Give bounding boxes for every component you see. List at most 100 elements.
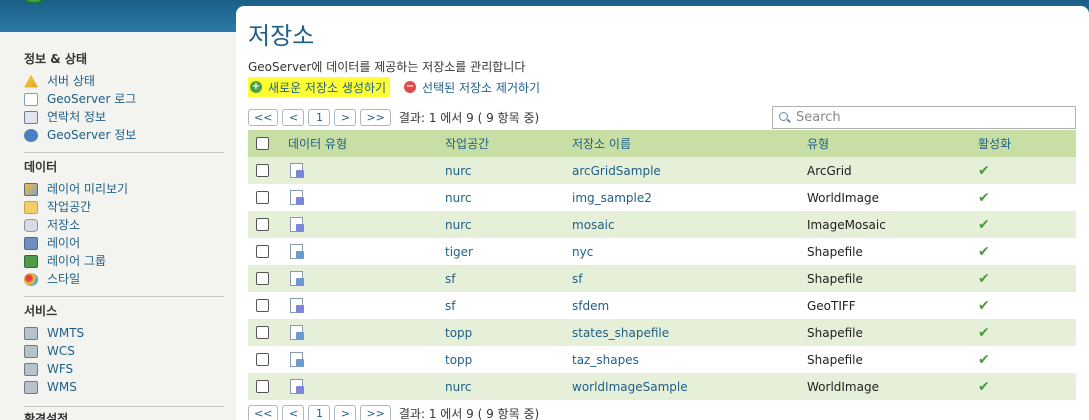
row-workspace-link[interactable]: topp <box>445 353 572 367</box>
row-checkbox[interactable] <box>256 299 269 312</box>
row-checkbox[interactable] <box>256 191 269 204</box>
sidebar-item-wcs[interactable]: WCS <box>24 342 224 360</box>
table-header-row: 데이터 유형 작업공간 저장소 이름 유형 활성화 <box>248 130 1076 157</box>
sidebar-item-wmts[interactable]: WMTS <box>24 324 224 342</box>
sidebar-item-layer-preview[interactable]: 레이어 미리보기 <box>24 180 224 198</box>
contact-card-icon <box>24 110 38 124</box>
sidebar-item-workspaces[interactable]: 작업공간 <box>24 198 224 216</box>
pager-prev-button[interactable]: < <box>282 404 305 420</box>
table-row: nurc arcGridSample ArcGrid ✔ <box>248 157 1076 184</box>
row-store-name-link[interactable]: sf <box>572 272 807 286</box>
layer-preview-icon <box>24 182 38 196</box>
pager-last-button[interactable]: >> <box>360 404 391 420</box>
row-checkbox[interactable] <box>256 380 269 393</box>
stores-table: 데이터 유형 작업공간 저장소 이름 유형 활성화 nurc arcGridSam… <box>248 130 1076 400</box>
header-data-type[interactable]: 데이터 유형 <box>288 135 445 152</box>
sidebar-item-wms[interactable]: WMS <box>24 378 224 396</box>
row-store-type: Shapefile <box>807 271 863 286</box>
sidebar-item-layer-groups[interactable]: 레이어 그룹 <box>24 252 224 270</box>
page-description: GeoServer에 데이터를 제공하는 저장소를 관리합니다 <box>248 60 526 74</box>
warning-icon <box>24 74 38 88</box>
sidebar: 정보 & 상태 서버 상태 GeoServer 로그 연락처 정보 GeoSer… <box>0 32 236 420</box>
row-data-type <box>288 325 445 340</box>
sidebar-item-contact-info[interactable]: 연락처 정보 <box>24 108 224 126</box>
row-checkbox[interactable] <box>256 164 269 177</box>
pager-top: << < 1 > >> 결과: 1 에서 9 ( 9 항목 중) <box>248 108 539 126</box>
row-workspace-link[interactable]: nurc <box>445 164 572 178</box>
row-store-name-link[interactable]: img_sample2 <box>572 191 807 205</box>
sidebar-item-stores[interactable]: 저장소 <box>24 216 224 234</box>
row-data-type <box>288 163 445 178</box>
geoserver-logo-icon[interactable] <box>22 0 46 4</box>
row-select[interactable] <box>248 218 288 231</box>
header-enabled[interactable]: 활성화 <box>978 135 1076 152</box>
row-select[interactable] <box>248 326 288 339</box>
row-workspace-link[interactable]: sf <box>445 299 572 313</box>
row-store-type: Shapefile <box>807 244 863 259</box>
page-title: 저장소 <box>248 22 315 50</box>
sidebar-item-geoserver-log[interactable]: GeoServer 로그 <box>24 90 224 108</box>
sidebar-item-styles[interactable]: 스타일 <box>24 270 224 288</box>
pager-last-button[interactable]: >> <box>360 108 391 126</box>
pager-page-1-button[interactable]: 1 <box>308 404 331 420</box>
row-workspace-link[interactable]: nurc <box>445 380 572 394</box>
row-store-name-link[interactable]: worldImageSample <box>572 380 807 394</box>
row-store-name-link[interactable]: arcGridSample <box>572 164 807 178</box>
row-store-name-link[interactable]: states_shapefile <box>572 326 807 340</box>
sidebar-item-layers[interactable]: 레이어 <box>24 234 224 252</box>
sidebar-item-label: WMTS <box>47 326 85 340</box>
sidebar-item-geoserver-info[interactable]: GeoServer 정보 <box>24 126 224 144</box>
header-workspace[interactable]: 작업공간 <box>445 135 572 152</box>
header-type[interactable]: 유형 <box>807 135 978 152</box>
sidebar-section-data: 데이터 레이어 미리보기 작업공간 저장소 레이어 레이어 그룹 스타일 <box>24 158 224 288</box>
pager-next-button[interactable]: > <box>334 404 357 420</box>
enabled-check-icon: ✔ <box>978 270 990 287</box>
row-checkbox[interactable] <box>256 272 269 285</box>
remove-store-label: 선택된 저장소 제거하기 <box>422 80 541 95</box>
sidebar-item-label: 레이어 <box>47 236 81 250</box>
search-input[interactable] <box>796 110 1066 125</box>
row-store-name-link[interactable]: taz_shapes <box>572 353 807 367</box>
row-select[interactable] <box>248 299 288 312</box>
add-store-label: 새로운 저장소 생성하기 <box>268 80 387 95</box>
pager-next-button[interactable]: > <box>334 108 357 126</box>
sidebar-item-wfs[interactable]: WFS <box>24 360 224 378</box>
add-store-link[interactable]: + 새로운 저장소 생성하기 <box>248 77 391 97</box>
pager-page-1-button[interactable]: 1 <box>308 108 331 126</box>
header-store-name[interactable]: 저장소 이름 <box>572 135 807 152</box>
row-checkbox[interactable] <box>256 245 269 258</box>
row-select[interactable] <box>248 245 288 258</box>
pager-first-button[interactable]: << <box>248 108 279 126</box>
pager-first-button[interactable]: << <box>248 404 279 420</box>
sidebar-item-server-status[interactable]: 서버 상태 <box>24 72 224 90</box>
row-store-name-link[interactable]: nyc <box>572 245 807 259</box>
row-workspace-link[interactable]: sf <box>445 272 572 286</box>
row-workspace-link[interactable]: topp <box>445 326 572 340</box>
row-checkbox[interactable] <box>256 326 269 339</box>
header-select-all[interactable] <box>248 137 288 150</box>
row-store-name-link[interactable]: sfdem <box>572 299 807 313</box>
sidebar-section-services: 서비스 WMTS WCS WFS WMS <box>24 302 224 396</box>
service-icon <box>24 380 38 394</box>
sidebar-section-title: 데이터 <box>24 160 58 174</box>
row-select[interactable] <box>248 272 288 285</box>
row-select[interactable] <box>248 164 288 177</box>
row-workspace-link[interactable]: nurc <box>445 218 572 232</box>
select-all-checkbox[interactable] <box>256 137 269 150</box>
row-select[interactable] <box>248 191 288 204</box>
row-workspace-link[interactable]: tiger <box>445 245 572 259</box>
row-data-type <box>288 271 445 286</box>
search-box[interactable] <box>772 106 1076 129</box>
row-select[interactable] <box>248 380 288 393</box>
sidebar-divider <box>24 296 224 297</box>
row-checkbox[interactable] <box>256 353 269 366</box>
sidebar-item-label: 레이어 그룹 <box>47 254 107 268</box>
remove-icon: − <box>404 81 417 93</box>
remove-selected-stores-link[interactable]: − 선택된 저장소 제거하기 <box>402 77 544 97</box>
row-store-name-link[interactable]: mosaic <box>572 218 807 232</box>
row-select[interactable] <box>248 353 288 366</box>
sidebar-divider <box>24 152 224 153</box>
row-checkbox[interactable] <box>256 218 269 231</box>
pager-prev-button[interactable]: < <box>282 108 305 126</box>
row-workspace-link[interactable]: nurc <box>445 191 572 205</box>
